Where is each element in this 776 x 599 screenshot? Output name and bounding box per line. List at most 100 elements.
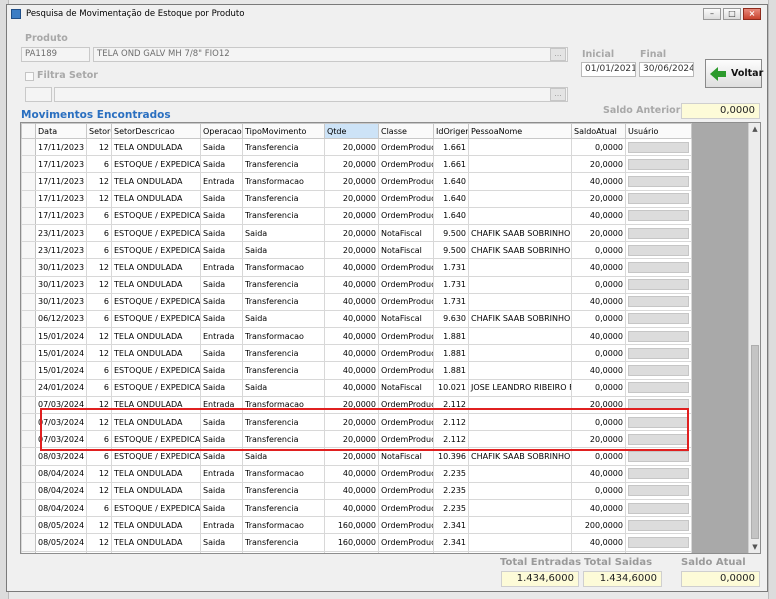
row-selector[interactable] <box>21 533 36 552</box>
table-row[interactable]: 08/04/2024 6 ESTOQUE / EXPEDICAO Saida Trans… <box>21 498 692 518</box>
grid-cell[interactable]: 40,0000 <box>324 292 379 311</box>
usuario-cell[interactable] <box>625 516 692 535</box>
grid-cell[interactable]: 200,0000 <box>571 516 626 535</box>
column-header-setorcodigo[interactable]: SetorCodigo <box>86 123 112 139</box>
grid-cell[interactable]: Saida <box>200 155 243 174</box>
grid-cell[interactable] <box>468 137 572 157</box>
grid-cell[interactable]: 0,0000 <box>571 309 626 329</box>
grid-cell[interactable]: 40,0000 <box>571 206 626 225</box>
scrollbar-thumb[interactable] <box>751 345 759 539</box>
grid-cell[interactable]: NotaFiscal <box>378 241 434 260</box>
grid-cell[interactable]: 6 <box>86 361 112 380</box>
grid-cell[interactable]: ESTOQUE / EXPEDICAO <box>111 361 201 380</box>
grid-cell[interactable] <box>468 498 572 518</box>
grid-cell[interactable]: 40,0000 <box>324 361 379 380</box>
row-selector[interactable] <box>21 447 36 466</box>
grid-cell[interactable]: 6 <box>86 309 112 329</box>
row-selector[interactable] <box>21 155 36 174</box>
grid-cell[interactable]: 40,0000 <box>571 361 626 380</box>
grid-cell[interactable]: 40,0000 <box>324 258 379 277</box>
grid-cell[interactable]: OrdemProduc... <box>378 361 434 380</box>
grid-cell[interactable]: 0,0000 <box>571 344 626 363</box>
usuario-cell[interactable] <box>625 206 692 225</box>
grid-cell[interactable] <box>468 481 572 500</box>
grid-cell[interactable]: 20,0000 <box>324 241 379 260</box>
grid-cell[interactable]: 20,0000 <box>571 155 626 174</box>
row-selector[interactable] <box>21 258 36 277</box>
scroll-down-arrow-icon[interactable]: ▼ <box>749 541 760 553</box>
grid-cell[interactable]: Saida <box>200 361 243 380</box>
usuario-cell[interactable] <box>625 223 692 243</box>
usuario-cell[interactable] <box>625 481 692 500</box>
grid-cell[interactable]: 08/05/2024 <box>35 516 87 535</box>
table-row[interactable]: 30/11/2023 12 TELA ONDULADA Entrada Transfor… <box>21 258 692 277</box>
row-selector[interactable] <box>21 464 36 483</box>
grid-cell[interactable]: 20,0000 <box>571 223 626 243</box>
table-row[interactable]: 17/11/2023 12 TELA ONDULADA Saida Transferen… <box>21 137 692 157</box>
grid-cell[interactable]: 12 <box>86 481 112 500</box>
grid-cell[interactable]: OrdemProduc... <box>378 275 434 294</box>
final-date-field[interactable]: 30/06/2024 <box>639 62 694 77</box>
grid-cell[interactable]: OrdemProduc... <box>378 533 434 552</box>
grid-cell[interactable]: OrdemProduc... <box>378 137 434 157</box>
grid-cell[interactable]: 08/04/2024 <box>35 481 87 500</box>
grid-cell[interactable]: 15/01/2024 <box>35 344 87 363</box>
usuario-cell[interactable] <box>625 258 692 277</box>
grid-cell[interactable]: 0,0000 <box>571 481 626 500</box>
table-row[interactable]: 08/05/20246ESTOQUE / EXPEDICAOEntradaTra… <box>21 550 692 553</box>
row-selector[interactable] <box>21 327 36 346</box>
grid-cell[interactable]: 20,0000 <box>324 223 379 243</box>
table-row[interactable]: 15/01/2024 6 ESTOQUE / EXPEDICAO Saida Trans… <box>21 361 692 380</box>
grid-cell[interactable] <box>468 327 572 346</box>
table-row[interactable]: 17/11/2023 6 ESTOQUE / EXPEDICAO Saida Trans… <box>21 206 692 225</box>
table-row[interactable]: 17/11/2023 12 TELA ONDULADA Entrada Transfor… <box>21 172 692 191</box>
usuario-cell[interactable] <box>625 327 692 346</box>
grid-cell[interactable]: Transferencia <box>242 533 325 552</box>
usuario-cell[interactable] <box>625 241 692 260</box>
grid-cell[interactable]: Transferencia <box>242 206 325 225</box>
grid-cell[interactable]: Transformacao <box>242 327 325 346</box>
table-row[interactable]: 06/12/2023 6 ESTOQUE / EXPEDICAO Saida Saida… <box>21 309 692 329</box>
grid-cell[interactable]: 08/04/2024 <box>35 464 87 483</box>
grid-cell[interactable]: NotaFiscal <box>378 378 434 397</box>
produto-lookup-button[interactable]: ... <box>550 48 566 61</box>
row-selector[interactable] <box>21 412 36 432</box>
grid-cell[interactable]: 20,0000 <box>324 137 379 157</box>
grid-cell[interactable]: Saida <box>200 309 243 329</box>
row-selector[interactable] <box>21 378 36 397</box>
grid-cell[interactable]: TELA ONDULADA <box>111 258 201 277</box>
column-header-tipomovimento[interactable]: TipoMovimento <box>242 123 325 139</box>
close-button[interactable]: × <box>743 8 761 20</box>
grid-cell[interactable]: 20,0000 <box>324 172 379 191</box>
grid-cell[interactable]: Transformacao <box>242 516 325 535</box>
row-selector[interactable] <box>21 275 36 294</box>
grid-cell[interactable]: 20,0000 <box>324 155 379 174</box>
grid-cell[interactable] <box>468 464 572 483</box>
grid-cell[interactable]: 20,0000 <box>571 189 626 208</box>
grid-cell[interactable]: 20,0000 <box>324 189 379 208</box>
voltar-button[interactable]: Voltar <box>705 59 763 88</box>
grid-cell[interactable]: Entrada <box>200 516 243 535</box>
grid-cell[interactable]: 2.341 <box>433 550 469 553</box>
grid-cell[interactable]: Transferencia <box>242 550 325 553</box>
grid-cell[interactable]: TELA ONDULADA <box>111 464 201 483</box>
saldo-atual-field[interactable]: 0,0000 <box>681 571 760 587</box>
grid-cell[interactable]: 200,0000 <box>571 550 626 553</box>
total-entradas-field[interactable]: 1.434,6000 <box>501 571 579 587</box>
grid-cell[interactable]: 12 <box>86 516 112 535</box>
grid-cell[interactable]: CHAFIK SAAB SOBRINHO L... <box>468 241 572 260</box>
grid-cell[interactable]: 1.881 <box>433 361 469 380</box>
movements-grid[interactable]: DataSetorCodigoSetorDescricaoOperacaoTip… <box>20 122 761 554</box>
grid-cell[interactable]: 12 <box>86 258 112 277</box>
grid-cell[interactable]: 1.731 <box>433 275 469 294</box>
grid-cell[interactable]: 6 <box>86 498 112 518</box>
grid-cell[interactable]: TELA ONDULADA <box>111 172 201 191</box>
grid-cell[interactable]: Entrada <box>200 327 243 346</box>
grid-cell[interactable]: CHAFIK SAAB SOBRINHO L... <box>468 309 572 329</box>
table-row[interactable]: 08/04/2024 12 TELA ONDULADA Entrada Transfor… <box>21 464 692 483</box>
usuario-cell[interactable] <box>625 344 692 363</box>
grid-cell[interactable]: 1.881 <box>433 327 469 346</box>
row-selector[interactable] <box>21 550 36 553</box>
grid-cell[interactable]: OrdemProduc... <box>378 516 434 535</box>
grid-cell[interactable]: 17/11/2023 <box>35 206 87 225</box>
